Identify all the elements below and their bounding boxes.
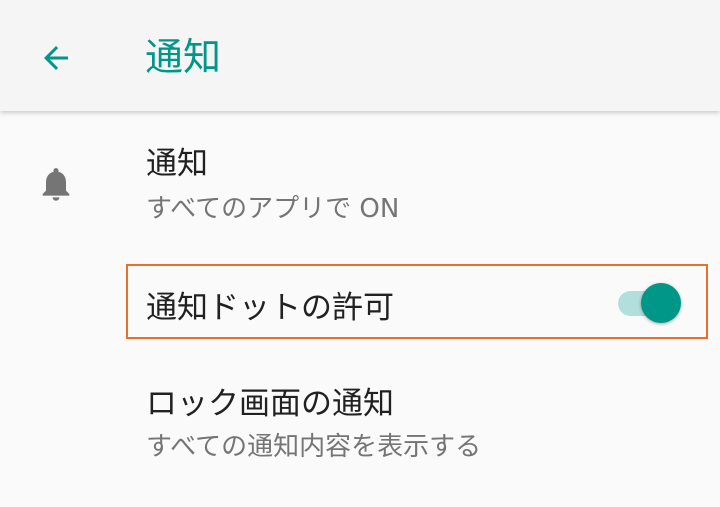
- bell-icon: [42, 168, 70, 201]
- setting-notifications[interactable]: 通知 すべてのアプリで ON: [0, 120, 720, 250]
- app-bar: 通知: [0, 0, 720, 111]
- arrow-back-icon: [44, 46, 68, 70]
- setting-title: ロック画面の通知: [146, 386, 394, 422]
- page-title: 通知: [145, 35, 222, 79]
- notification-settings-screen: 通知 通知 すべてのアプリで ON 通知ドットの許可 ロック画面の通知 すべての…: [0, 0, 720, 507]
- setting-summary: すべてのアプリで ON: [146, 194, 400, 224]
- setting-summary: すべての通知内容を表示する: [146, 432, 482, 462]
- setting-lock-screen-notifications[interactable]: ロック画面の通知 すべての通知内容を表示する: [0, 362, 720, 492]
- notification-dots-toggle[interactable]: [614, 281, 684, 327]
- setting-title: 通知: [146, 146, 208, 182]
- toggle-thumb: [641, 283, 681, 323]
- back-button[interactable]: [28, 30, 84, 86]
